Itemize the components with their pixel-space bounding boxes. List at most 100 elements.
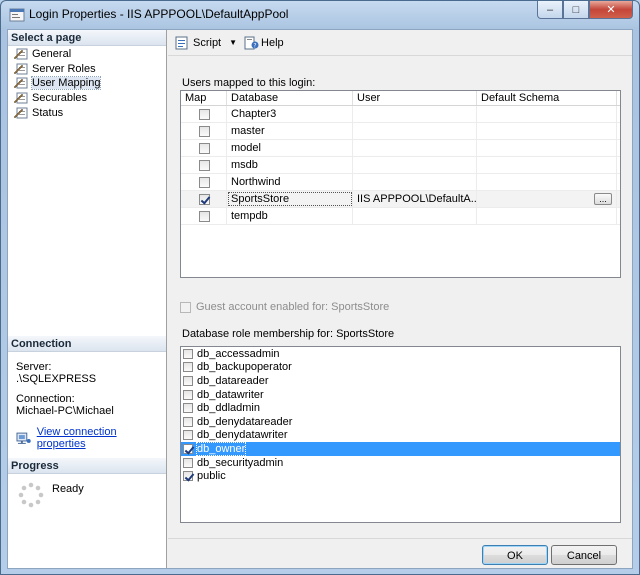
table-row[interactable]: msdb	[181, 157, 620, 174]
database-cell: model	[227, 140, 353, 156]
grid-header-row: Map Database User Default Schema	[181, 91, 620, 106]
map-checkbox[interactable]	[199, 176, 210, 188]
map-cell	[181, 191, 227, 207]
view-connection-properties-link[interactable]: View connection properties	[37, 426, 166, 450]
role-checkbox[interactable]	[183, 416, 193, 427]
database-cell: SportsStore	[227, 191, 353, 207]
left-pane: Select a page General Server Roles User Ma…	[8, 30, 167, 568]
progress-spinner-icon	[18, 482, 44, 508]
role-checkbox[interactable]	[183, 375, 193, 386]
list-item[interactable]: db_securityadmin	[181, 456, 620, 470]
default-schema-cell[interactable]	[477, 174, 617, 190]
maximize-button[interactable]: □	[563, 1, 589, 19]
close-button[interactable]: ✕	[589, 1, 633, 19]
user-cell[interactable]	[353, 106, 477, 122]
column-header-database[interactable]: Database	[227, 91, 353, 105]
default-schema-cell[interactable]	[477, 157, 617, 173]
list-item[interactable]: db_backupoperator	[181, 361, 620, 375]
map-checkbox[interactable]	[199, 210, 210, 222]
default-schema-cell[interactable]	[477, 123, 617, 139]
user-cell[interactable]	[353, 157, 477, 173]
map-cell	[181, 208, 227, 224]
progress-status: Ready	[52, 483, 84, 495]
default-schema-cell[interactable]: ...	[477, 191, 617, 207]
cancel-button[interactable]: Cancel	[551, 545, 617, 565]
role-checkbox[interactable]	[183, 348, 193, 359]
role-label: db_datareader	[197, 374, 269, 387]
map-cell	[181, 174, 227, 190]
help-icon: ?	[244, 36, 259, 49]
table-row[interactable]: SportsStore IIS APPPOOL\DefaultA......	[181, 191, 620, 208]
column-header-default-schema[interactable]: Default Schema	[477, 91, 617, 105]
list-item[interactable]: db_datareader	[181, 374, 620, 388]
column-header-map[interactable]: Map	[181, 91, 227, 105]
role-checkbox[interactable]	[183, 471, 193, 482]
user-cell[interactable]: IIS APPPOOL\DefaultA...	[353, 191, 477, 207]
page-item-label: Server Roles	[32, 62, 96, 75]
default-schema-cell[interactable]	[477, 208, 617, 224]
map-cell	[181, 157, 227, 173]
help-button[interactable]: ? Help	[243, 36, 284, 50]
page-item-status[interactable]: Status	[14, 106, 63, 120]
map-checkbox[interactable]	[199, 108, 210, 120]
list-item[interactable]: db_denydatawriter	[181, 429, 620, 443]
map-checkbox[interactable]	[199, 193, 210, 205]
help-label: Help	[261, 36, 284, 49]
table-row[interactable]: Chapter3	[181, 106, 620, 123]
default-schema-cell[interactable]	[477, 106, 617, 122]
page-item-label: Securables	[32, 92, 88, 105]
guest-account-label: Guest account enabled for: SportsStore	[196, 301, 390, 313]
server-value: .\SQLEXPRESS	[16, 373, 97, 385]
role-checkbox[interactable]	[183, 389, 193, 400]
list-item[interactable]: db_owner	[181, 441, 620, 456]
table-row[interactable]: tempdb	[181, 208, 620, 225]
role-checkbox[interactable]	[183, 430, 193, 441]
list-item[interactable]: db_ddladmin	[181, 401, 620, 415]
role-label: db_denydatawriter	[197, 429, 288, 442]
role-checkbox[interactable]	[183, 457, 193, 468]
connection-value: Michael-PC\Michael	[16, 405, 114, 417]
list-item[interactable]: db_accessadmin	[181, 347, 620, 361]
script-dropdown-arrow-icon[interactable]: ▼	[229, 38, 237, 47]
map-checkbox[interactable]	[199, 125, 210, 137]
wrench-page-icon	[14, 63, 28, 75]
browse-schema-button[interactable]: ...	[594, 193, 612, 205]
role-label: db_backupoperator	[197, 361, 292, 374]
list-item[interactable]: db_denydatareader	[181, 415, 620, 429]
page-item-label: User Mapping	[30, 76, 102, 91]
user-cell[interactable]	[353, 174, 477, 190]
column-header-user[interactable]: User	[353, 91, 477, 105]
table-row[interactable]: model	[181, 140, 620, 157]
role-checkbox[interactable]	[183, 403, 193, 414]
user-cell[interactable]	[353, 208, 477, 224]
map-checkbox[interactable]	[199, 159, 210, 171]
ok-button[interactable]: OK	[482, 545, 548, 565]
guest-account-checkbox[interactable]	[180, 301, 191, 313]
page-item-server-roles[interactable]: Server Roles	[14, 62, 96, 76]
database-cell: Chapter3	[227, 106, 353, 122]
svg-text:?: ?	[253, 42, 256, 49]
user-cell[interactable]	[353, 140, 477, 156]
database-cell: msdb	[227, 157, 353, 173]
table-row[interactable]: master	[181, 123, 620, 140]
script-button[interactable]: Script ▼	[174, 36, 237, 50]
table-row[interactable]: Northwind	[181, 174, 620, 191]
list-item[interactable]: public	[181, 469, 620, 483]
user-cell[interactable]	[353, 123, 477, 139]
role-label: db_ddladmin	[197, 402, 260, 415]
wrench-page-icon	[14, 107, 28, 119]
list-item[interactable]: db_datawriter	[181, 388, 620, 402]
minimize-button[interactable]: –	[537, 1, 563, 19]
title-bar[interactable]: Login Properties - IIS APPPOOL\DefaultAp…	[1, 1, 639, 29]
map-cell	[181, 123, 227, 139]
page-item-general[interactable]: General	[14, 47, 71, 61]
map-checkbox[interactable]	[199, 142, 210, 154]
role-checkbox[interactable]	[183, 362, 193, 373]
connection-header: Connection	[8, 336, 166, 352]
role-checkbox[interactable]	[183, 443, 193, 454]
database-cell: tempdb	[227, 208, 353, 224]
page-item-user-mapping[interactable]: User Mapping	[14, 76, 102, 91]
default-schema-cell[interactable]	[477, 140, 617, 156]
database-cell: master	[227, 123, 353, 139]
page-item-securables[interactable]: Securables	[14, 91, 87, 105]
